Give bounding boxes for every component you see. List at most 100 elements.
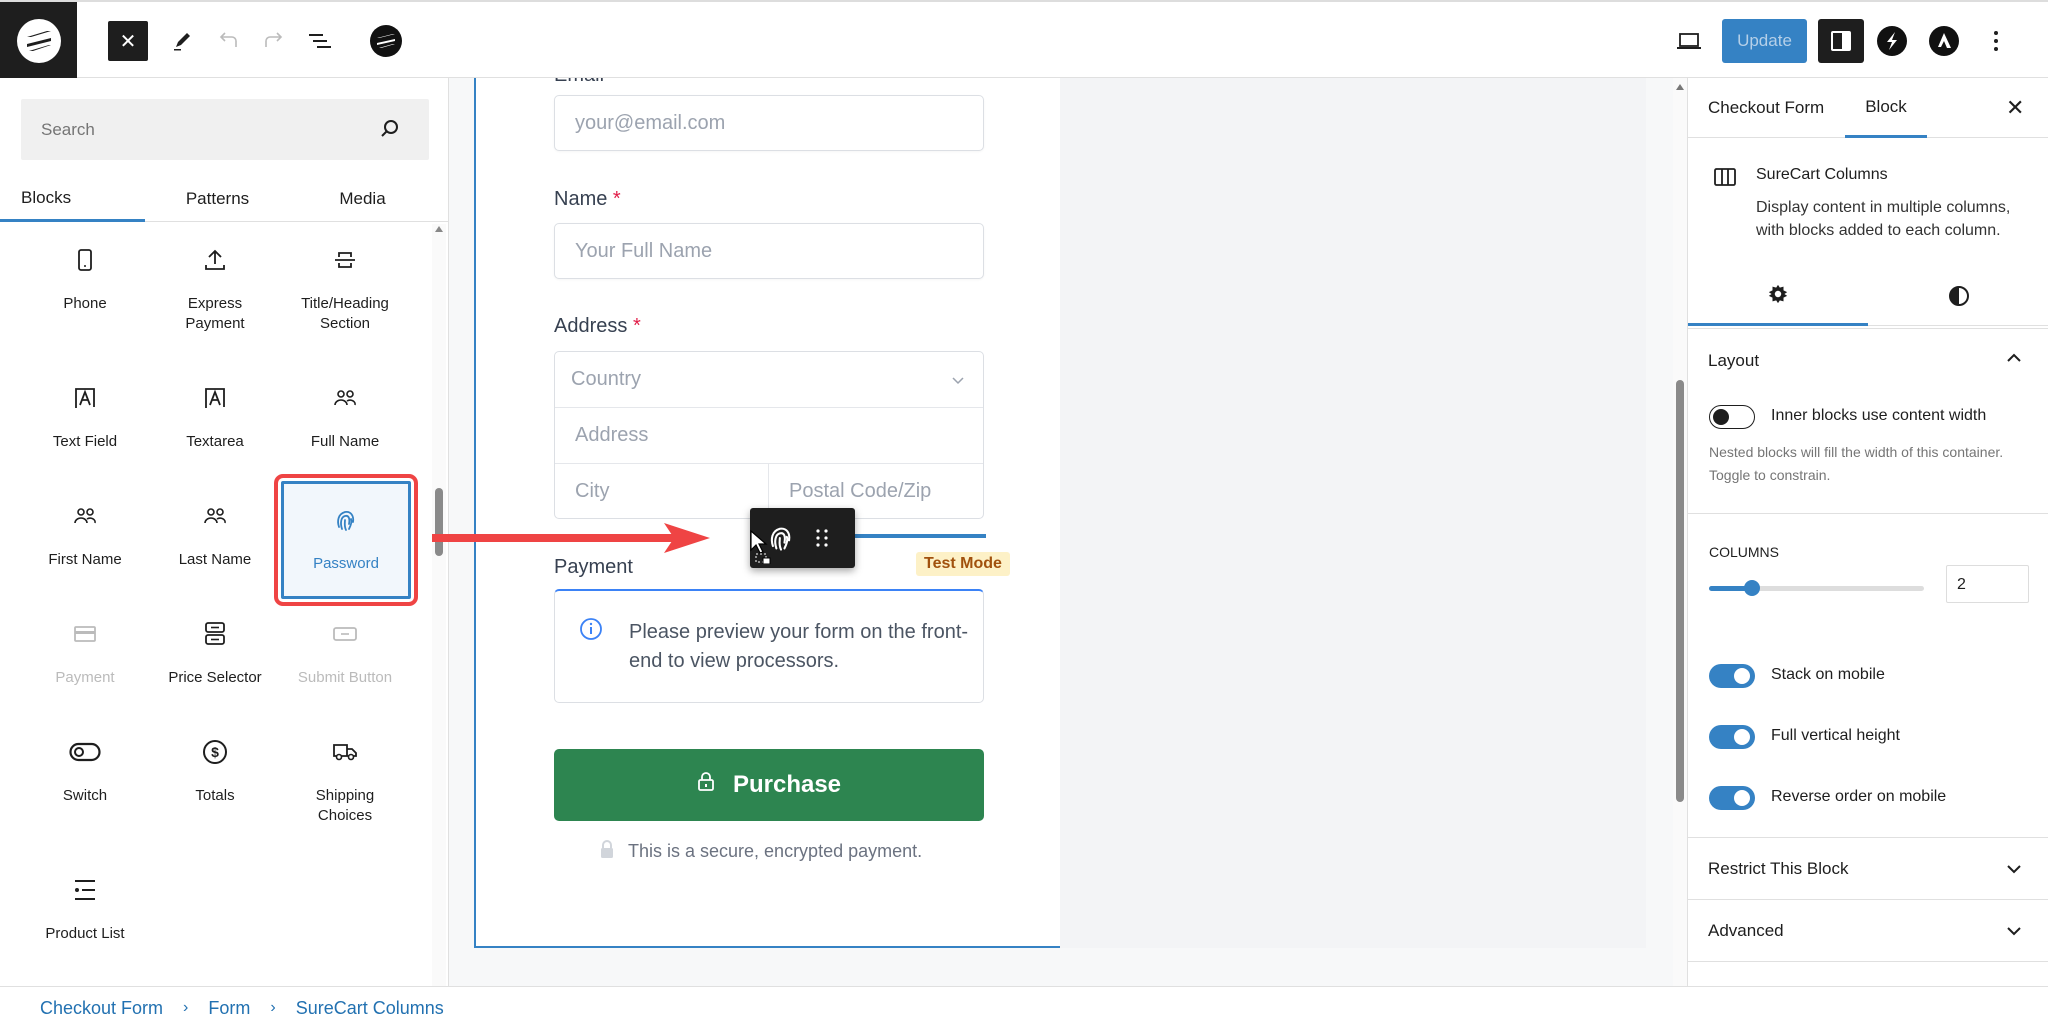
- required-mark: *: [632, 315, 641, 337]
- restrict-title: Restrict This Block: [1708, 859, 1849, 878]
- tab-checkout-form[interactable]: Checkout Form: [1708, 78, 1824, 138]
- restrict-block-panel[interactable]: Restrict This Block: [1688, 838, 2048, 900]
- payment-message: Please preview your form on the front-en…: [629, 621, 969, 672]
- block-totals[interactable]: $ Totals: [150, 716, 280, 834]
- block-label: Full Name: [310, 433, 380, 450]
- block-payment[interactable]: Payment: [20, 598, 150, 716]
- block-password[interactable]: Password: [274, 474, 418, 606]
- full-vertical-height-toggle[interactable]: [1709, 725, 1755, 749]
- block-express-payment[interactable]: Express Payment: [150, 224, 280, 342]
- block-label: Submit Button: [297, 669, 393, 686]
- purchase-button[interactable]: Purchase: [554, 749, 984, 821]
- block-textarea[interactable]: Textarea: [150, 362, 280, 480]
- list-icon: [74, 876, 96, 904]
- right-column[interactable]: [1060, 78, 1646, 948]
- inserter-scrollbar[interactable]: [432, 224, 446, 986]
- info-icon: [579, 617, 603, 646]
- block-label: Product List: [45, 925, 125, 942]
- block-search[interactable]: [21, 99, 429, 160]
- block-title-heading-section[interactable]: Title/Heading Section: [280, 224, 410, 342]
- block-submit-button[interactable]: Submit Button: [280, 598, 410, 716]
- advanced-panel[interactable]: Advanced: [1688, 900, 2048, 962]
- phone-icon: [77, 246, 93, 274]
- tab-styles[interactable]: [1868, 270, 2048, 326]
- tab-settings[interactable]: [1688, 270, 1868, 326]
- sidebar-tabs: Checkout Form Block ✕: [1688, 78, 2048, 138]
- close-icon[interactable]: ✕: [2006, 78, 2024, 138]
- block-price-selector[interactable]: Price Selector: [150, 598, 280, 716]
- block-last-name[interactable]: Last Name: [150, 480, 280, 598]
- stack-on-mobile-toggle[interactable]: [1709, 664, 1755, 688]
- undo-icon[interactable]: [208, 21, 248, 61]
- block-label: Last Name: [178, 551, 252, 568]
- redo-icon[interactable]: [254, 21, 294, 61]
- list-view-icon[interactable]: [300, 21, 340, 61]
- editor-top-bar: ✕ Update: [0, 0, 2048, 80]
- columns-number-input[interactable]: 2: [1946, 565, 2029, 603]
- surecart-columns-block[interactable]: Email your@email.com Name * Your Full Na…: [474, 78, 1646, 948]
- chevron-up-icon[interactable]: [2006, 351, 2022, 369]
- annotation-arrow: [432, 523, 710, 553]
- email-field[interactable]: your@email.com: [554, 95, 984, 151]
- address-fields: Country Address City Postal Code/Zip: [554, 351, 984, 519]
- columns-label: COLUMNS: [1709, 544, 1780, 560]
- canvas-scrollbar[interactable]: [1673, 78, 1687, 986]
- name-field[interactable]: Your Full Name: [554, 223, 984, 279]
- close-inserter-button[interactable]: ✕: [108, 21, 148, 61]
- block-text-field[interactable]: Text Field: [20, 362, 150, 480]
- columns-slider-thumb[interactable]: [1744, 580, 1760, 596]
- block-full-name[interactable]: Full Name: [280, 362, 410, 480]
- tab-patterns[interactable]: Patterns: [145, 176, 290, 222]
- svg-text:$: $: [211, 744, 219, 760]
- scrollbar-thumb[interactable]: [1676, 380, 1684, 802]
- stack-on-mobile-label: Stack on mobile: [1771, 666, 1885, 683]
- style-tabs: [1688, 270, 2048, 326]
- block-shipping-choices[interactable]: Shipping Choices: [280, 716, 410, 834]
- update-button[interactable]: Update: [1722, 19, 1807, 63]
- block-product-list[interactable]: Product List: [20, 854, 150, 972]
- payment-notice: Please preview your form on the front-en…: [554, 589, 984, 703]
- pencil-icon[interactable]: [162, 21, 202, 61]
- address-line-field[interactable]: Address: [555, 408, 983, 464]
- more-vertical-icon[interactable]: [1976, 21, 2016, 61]
- surecart-icon[interactable]: [366, 21, 406, 61]
- search-input[interactable]: [21, 99, 361, 160]
- laptop-preview-icon[interactable]: [1669, 21, 1709, 61]
- block-label: Textarea: [186, 433, 244, 450]
- block-label: Title/Heading Section: [301, 295, 389, 332]
- inner-blocks-toggle[interactable]: [1709, 405, 1755, 429]
- block-first-name[interactable]: First Name: [20, 480, 150, 598]
- block-phone[interactable]: Phone: [20, 224, 150, 342]
- drag-handle-icon[interactable]: [816, 528, 828, 553]
- reverse-order-toggle[interactable]: [1709, 786, 1755, 810]
- test-mode-badge: Test Mode: [916, 552, 1010, 576]
- surecart-logo-icon[interactable]: [0, 2, 77, 80]
- spectra-icon[interactable]: [1872, 21, 1912, 61]
- layout-title[interactable]: Layout: [1708, 351, 1759, 371]
- country-select[interactable]: Country: [555, 352, 983, 408]
- scroll-up-icon[interactable]: [435, 226, 443, 232]
- tab-blocks[interactable]: Blocks: [0, 176, 145, 222]
- columns-slider-track[interactable]: [1709, 580, 1924, 596]
- inner-blocks-label: Inner blocks use content width: [1771, 407, 1987, 424]
- astra-icon[interactable]: [1924, 21, 1964, 61]
- inserter-tabs: Blocks Patterns Media: [0, 176, 449, 222]
- scroll-up-icon[interactable]: [1676, 84, 1684, 90]
- search-icon[interactable]: [379, 118, 401, 145]
- drag-preview-chip[interactable]: [750, 508, 855, 568]
- layout-panel: Layout Inner blocks use content width Ne…: [1688, 327, 2048, 514]
- tab-media[interactable]: Media: [290, 176, 435, 222]
- breadcrumb-item[interactable]: SureCart Columns: [296, 998, 444, 1019]
- block-switch[interactable]: Switch: [20, 716, 150, 834]
- gear-icon: [1767, 283, 1789, 310]
- credit-card-icon: [74, 620, 96, 648]
- users-icon: [203, 502, 227, 530]
- columns-panel: COLUMNS 2 Stack on mobile Full vertical …: [1688, 514, 2048, 838]
- city-field[interactable]: City: [555, 464, 769, 518]
- sidebar-toggle-icon[interactable]: [1818, 19, 1864, 63]
- tab-block[interactable]: Block: [1845, 78, 1927, 138]
- chevron-right-icon: ›: [270, 999, 276, 1016]
- breadcrumb-item[interactable]: Checkout Form: [40, 998, 163, 1019]
- payment-label: Payment: [554, 556, 633, 578]
- breadcrumb-item[interactable]: Form: [208, 998, 250, 1019]
